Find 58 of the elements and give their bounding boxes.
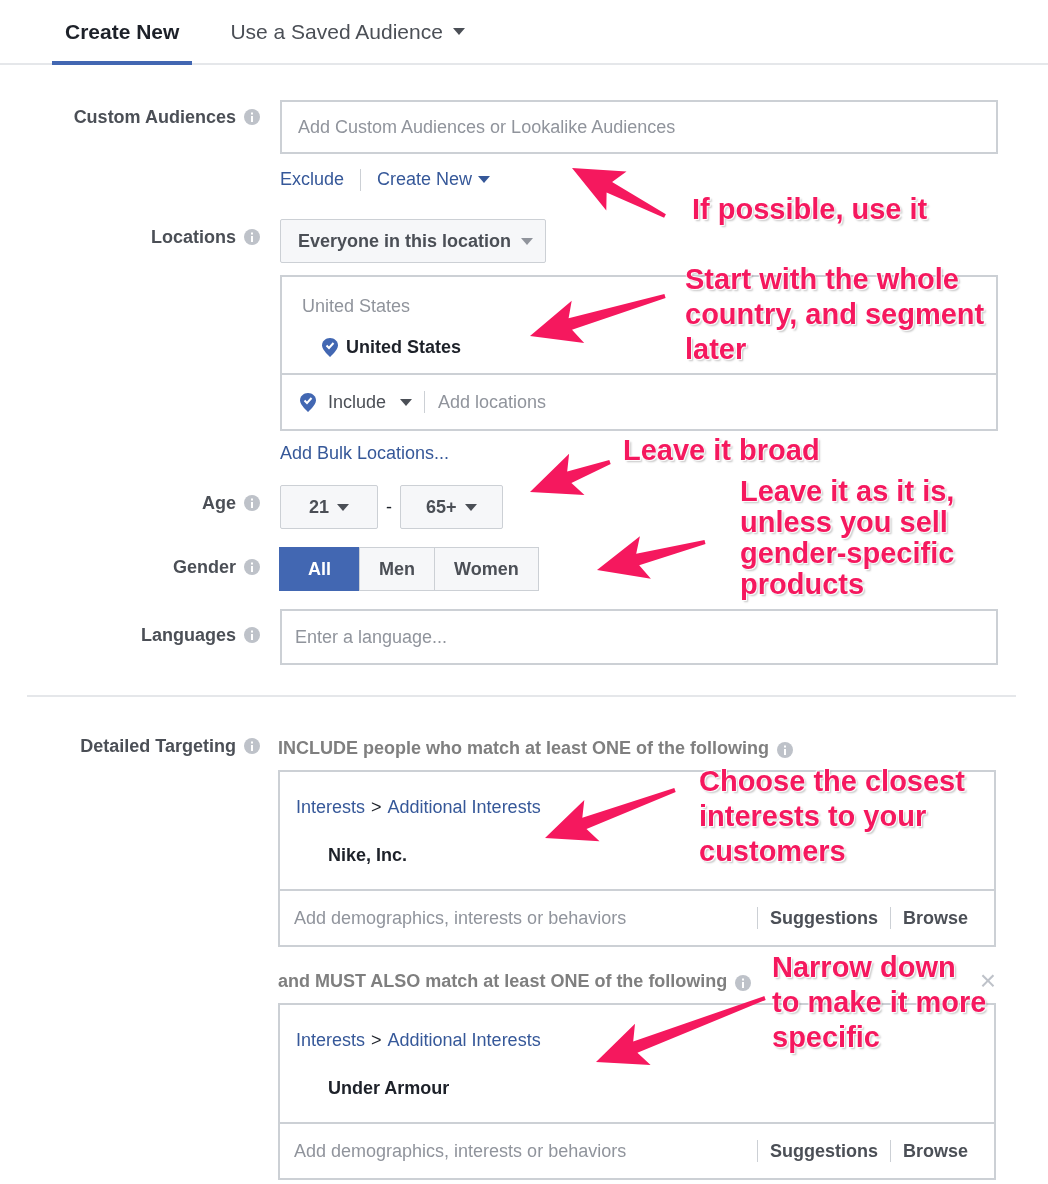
link[interactable]: Additional Interests <box>387 794 541 821</box>
info-icon <box>777 742 794 758</box>
field-label: Detailed Targeting <box>80 735 236 757</box>
include-dropdown[interactable]: Include <box>328 388 413 416</box>
breadcrumb-separator: > <box>371 1030 382 1050</box>
info-icon <box>244 495 260 511</box>
field-label: Languages <box>140 624 236 646</box>
interest-item: Nike, Inc. <box>328 844 408 867</box>
group-heading: INCLUDE people who match at least ONE of the following <box>278 737 770 760</box>
annotation: If possible, use it <box>692 192 928 227</box>
age-dropdown[interactable]: 21 <box>280 485 379 529</box>
group-heading: and MUST ALSO match at least ONE of the following <box>278 969 728 993</box>
field-label: Age <box>202 492 236 514</box>
gender-option[interactable]: All <box>279 547 360 591</box>
link[interactable]: Suggestions <box>757 1137 890 1165</box>
tab[interactable]: Create New <box>52 15 193 65</box>
link[interactable]: Interests <box>296 794 366 821</box>
caret-icon <box>478 176 491 183</box>
location-item: United States <box>346 336 462 359</box>
location-pin-icon <box>300 392 316 412</box>
link[interactable]: Suggestions <box>757 904 890 932</box>
info-icon <box>244 627 260 643</box>
tab[interactable]: Use a Saved Audience <box>230 15 465 65</box>
gender-option[interactable]: Men <box>359 547 435 591</box>
info-icon <box>244 109 260 125</box>
interest-item: Under Armour <box>328 1077 450 1100</box>
link[interactable]: Add Bulk Locations... <box>280 440 450 467</box>
dash: - <box>386 495 393 519</box>
link[interactable]: Browse <box>890 1137 980 1165</box>
age-dropdown[interactable]: 65+ <box>400 485 503 529</box>
link[interactable]: Additional Interests <box>387 1027 541 1054</box>
info-icon <box>244 229 260 245</box>
language-input-field[interactable]: Enter a language... <box>280 609 998 665</box>
caret-icon <box>337 503 350 511</box>
annotation: Leave it broad <box>623 433 820 468</box>
group-title: United States <box>302 296 411 316</box>
location-type-dropdown[interactable]: Everyone in this location <box>280 219 547 263</box>
caret-icon <box>521 237 534 245</box>
field-label: Gender <box>172 556 236 578</box>
location-pin-icon <box>322 338 338 357</box>
info-icon <box>244 559 260 575</box>
link[interactable]: Interests <box>296 1027 366 1054</box>
audience-input-field[interactable]: Add Custom Audiences or Lookalike Audiences <box>280 100 998 154</box>
info-icon <box>735 974 752 991</box>
annotation: Leave it as it is, unless you sell gender-specific products <box>740 476 955 600</box>
gender-option[interactable]: Women <box>434 547 539 591</box>
annotation: Choose the closest interests to your customers <box>699 764 965 869</box>
caret-icon <box>452 27 465 35</box>
link[interactable]: Browse <box>890 904 980 932</box>
field-label: Custom Audiences <box>73 106 236 128</box>
caret-icon <box>464 503 477 511</box>
breadcrumb-separator: > <box>371 797 382 817</box>
annotation: Start with the whole country, and segment later <box>685 262 985 367</box>
link[interactable]: Create New <box>377 166 491 193</box>
info-icon <box>244 738 260 754</box>
field-label: Locations <box>151 226 236 248</box>
link[interactable]: Exclude <box>280 166 345 193</box>
caret-icon <box>400 398 413 406</box>
